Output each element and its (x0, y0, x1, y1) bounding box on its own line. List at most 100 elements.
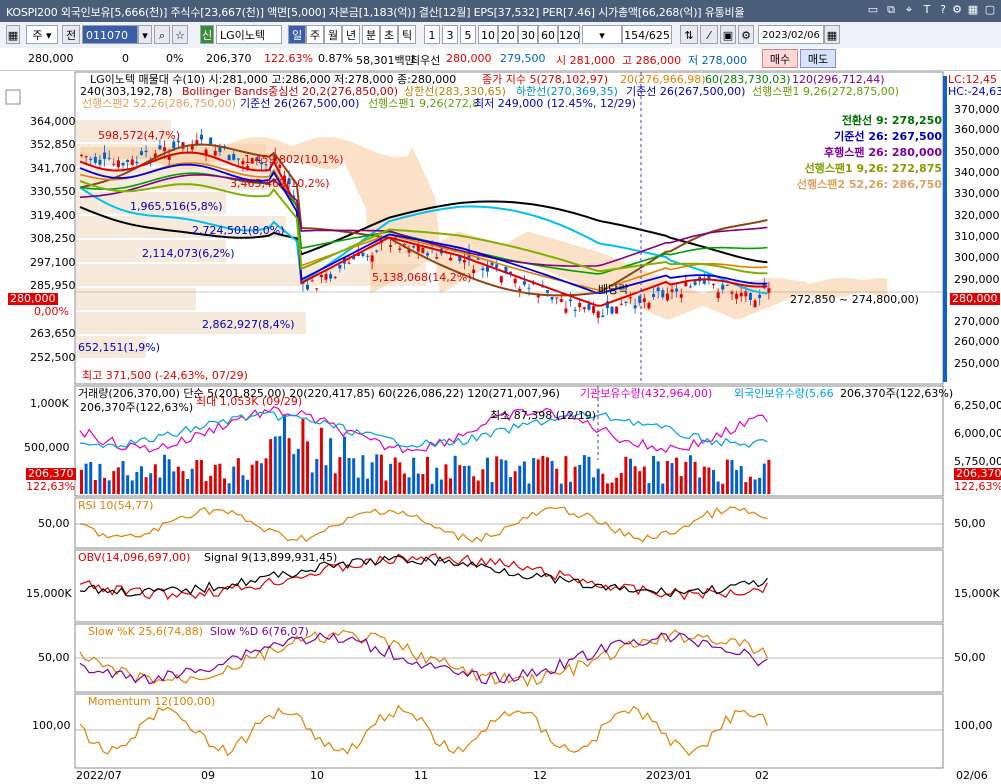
volume-bar (163, 454, 167, 494)
chart-area[interactable]: LG이노텍 매물대 수(10) 시:281,000 고:286,000 저:27… (0, 70, 1001, 784)
volume-bar (725, 459, 729, 494)
line-tool-icon[interactable]: ⁄ (700, 25, 718, 44)
volume-bar (550, 460, 554, 494)
search-icon[interactable]: ⌕ (154, 25, 170, 44)
volume-bar (209, 475, 213, 494)
stock-name-field[interactable]: LG이노텍 (216, 25, 282, 44)
candle-body (361, 252, 365, 256)
volume-bar (149, 473, 153, 494)
period-monthly[interactable]: 월 (324, 25, 342, 44)
candle-body (462, 259, 466, 263)
candle-body (416, 245, 420, 252)
candle-body (209, 137, 213, 145)
layout-icon[interactable]: ▦ (966, 3, 980, 17)
period-daily[interactable]: 일 (288, 25, 306, 44)
grid-icon[interactable]: ▦ (6, 25, 20, 44)
period-tick[interactable]: 틱 (398, 25, 416, 44)
calendar-icon[interactable]: ▦ (824, 25, 840, 44)
min-volume-note: 최소 87,398 (12/19) (490, 409, 597, 422)
settings-icon[interactable]: ⚙ (950, 3, 964, 17)
minute-60[interactable]: 60 (538, 25, 558, 44)
font-icon[interactable]: T (920, 3, 934, 17)
minute-5[interactable]: 5 (460, 25, 476, 44)
y-tick-right: 290,000 (954, 273, 1000, 286)
sub-line (79, 704, 768, 757)
kijun-label-2: 기준선 26(267,500,00) (240, 97, 360, 110)
grid-toggle-icon (5, 89, 21, 105)
stock-summary-text: KOSPI200 외국인보유[5,666(천)] 주식수[23,667(천)] … (6, 6, 745, 19)
volume-bar (587, 456, 591, 494)
open-price: 시 281,000 (556, 54, 616, 67)
x-tick: 02 (755, 769, 769, 782)
y-tick-right: 360,000 (954, 123, 1000, 136)
close-icon[interactable]: ▢ (983, 3, 997, 17)
chevron-down-icon[interactable]: ▾ (138, 25, 152, 44)
gear-icon[interactable]: ⚙ (738, 25, 754, 44)
candle-body (103, 152, 107, 159)
volume-bar (370, 462, 374, 494)
candle-body (112, 163, 116, 165)
volume-bar (259, 463, 263, 494)
volume-bar (135, 472, 139, 494)
cloud-range-note: 272,850 ~ 274,800,00) (790, 293, 919, 306)
star-icon[interactable]: ☆ (172, 25, 188, 44)
candle-body (98, 159, 102, 165)
vol-y-tick-right: 6,000,000 (954, 427, 1001, 440)
sell-button[interactable]: 매도 (800, 49, 836, 68)
y-tick: 364,000 (30, 115, 76, 128)
save-icon[interactable]: ▣ (720, 25, 736, 44)
period-minute[interactable]: 분 (362, 25, 380, 44)
volume-bar (458, 465, 462, 494)
momentum-y-tick-right: 100,00 (954, 719, 993, 732)
market-select[interactable]: 주 ▾ (26, 25, 58, 44)
candle-body (319, 274, 323, 278)
candle-body (495, 264, 499, 268)
volume-bar (739, 466, 743, 494)
toolbar: ▦ 주 ▾ 전 011070 ▾ ⌕ ☆ 신 LG이노텍 일 주 월 년 분 초… (0, 22, 1001, 49)
volume-bar (246, 479, 250, 494)
volume-bar (398, 462, 402, 494)
candle-body (324, 273, 328, 280)
y-tick-right: 340,000 (954, 166, 1000, 179)
prev-button[interactable]: 전 (62, 25, 80, 44)
minimize-icon[interactable]: ▭ (866, 3, 880, 17)
volume-bar (213, 464, 217, 494)
kijun-label: 기준선 26(267,500,00) (626, 85, 746, 98)
help-icon[interactable]: ? (936, 3, 950, 17)
custom-period-select[interactable]: ▾ (582, 25, 622, 44)
volume-bar (656, 461, 660, 494)
y-tick-pct: 0,00% (34, 305, 69, 318)
restore-icon[interactable]: ⧉ (884, 3, 898, 17)
minute-30[interactable]: 30 (518, 25, 538, 44)
hc-label: HC:-24,63 (948, 85, 1001, 98)
y-tick-right: 370,000 (954, 103, 1000, 116)
volume-bar (536, 459, 540, 494)
candle-body (592, 306, 596, 313)
volume-bar (89, 462, 93, 494)
volume-bar (107, 480, 111, 494)
minute-1[interactable]: 1 (424, 25, 440, 44)
date-input[interactable]: 2023/02/06 (758, 25, 824, 44)
minute-120[interactable]: 120 (558, 25, 580, 44)
sub-line (79, 411, 768, 449)
volume-bar (467, 465, 471, 494)
volume-bar (347, 458, 351, 494)
candle-body (628, 297, 632, 299)
volume-bar (103, 477, 107, 494)
period-weekly[interactable]: 주 (306, 25, 324, 44)
candle-body (310, 280, 314, 282)
period-yearly[interactable]: 년 (342, 25, 360, 44)
chart-type-icon[interactable]: ⇅ (680, 25, 698, 44)
volume-bar (250, 464, 254, 494)
volume-bar (582, 455, 586, 494)
buy-button[interactable]: 매수 (762, 49, 798, 68)
minute-20[interactable]: 20 (498, 25, 518, 44)
period-second[interactable]: 초 (380, 25, 398, 44)
best-bid: 279,500 (500, 52, 546, 65)
volume-bar (716, 481, 720, 494)
stock-code-input[interactable]: 011070 (82, 25, 138, 44)
minute-3[interactable]: 3 (442, 25, 458, 44)
pin-icon[interactable]: ⌖ (902, 3, 916, 17)
minute-10[interactable]: 10 (478, 25, 498, 44)
volume-bar (758, 477, 762, 494)
